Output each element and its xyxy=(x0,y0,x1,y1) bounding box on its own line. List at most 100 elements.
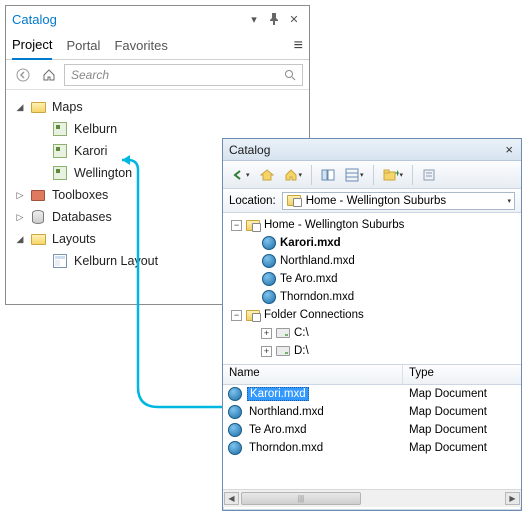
tree-label: Databases xyxy=(50,210,112,224)
home-folder-icon xyxy=(245,217,261,233)
tree-item-drive-c[interactable]: + C:\ xyxy=(225,324,519,342)
database-icon xyxy=(30,209,46,225)
pin-icon[interactable] xyxy=(265,10,283,28)
tree-item-tearo-mxd[interactable]: Te Aro.mxd xyxy=(225,270,519,288)
search-placeholder: Search xyxy=(71,68,109,82)
collapse-icon[interactable]: ◢ xyxy=(14,234,26,245)
home-folder-icon xyxy=(286,193,302,209)
expand-icon[interactable]: + xyxy=(261,346,272,357)
tree-item-thorndon-mxd[interactable]: Thorndon.mxd xyxy=(225,288,519,306)
collapse-icon[interactable]: − xyxy=(231,310,242,321)
tree-node-maps[interactable]: ◢ Maps xyxy=(10,96,305,118)
tree-item-drive-d[interactable]: + D:\ xyxy=(225,342,519,360)
tree-label: Layouts xyxy=(50,232,96,246)
search-input[interactable]: Search xyxy=(64,64,303,86)
catalog-tabs: Project Portal Favorites ≡ xyxy=(6,32,309,60)
contents-list: Name Type Karori.mxd Map Document Northl… xyxy=(223,365,521,489)
cell-type: Map Document xyxy=(403,442,521,454)
column-type[interactable]: Type xyxy=(403,365,521,384)
tree-label: Kelburn Layout xyxy=(72,254,158,268)
mxd-icon xyxy=(227,404,243,420)
collapse-icon[interactable]: − xyxy=(231,220,242,231)
tree-label: Te Aro.mxd xyxy=(280,273,338,285)
location-value: Home - Wellington Suburbs xyxy=(306,195,446,207)
pane-header: Catalog ▾ ✕ xyxy=(6,6,309,32)
cell-name: Northland.mxd xyxy=(247,406,326,418)
mxd-icon xyxy=(261,235,277,251)
tree-item-northland-mxd[interactable]: Northland.mxd xyxy=(225,252,519,270)
tree-label: Folder Connections xyxy=(264,309,364,321)
scroll-left-icon[interactable]: ◀ xyxy=(224,492,239,505)
tree-label: Karori.mxd xyxy=(280,237,341,249)
tab-portal[interactable]: Portal xyxy=(66,34,100,59)
expand-icon[interactable]: + xyxy=(261,328,272,339)
back-button[interactable]: ▾ xyxy=(227,164,254,186)
tree-label: C:\ xyxy=(294,327,309,339)
map-icon xyxy=(52,165,68,181)
layout-icon xyxy=(52,253,68,269)
up-button[interactable] xyxy=(256,164,278,186)
location-field[interactable]: Home - Wellington Suburbs ▾ xyxy=(282,192,515,210)
toolbox-icon xyxy=(30,187,46,203)
tree-label: Northland.mxd xyxy=(280,255,355,267)
menu-icon[interactable]: ≡ xyxy=(294,37,303,59)
tree-label: Home - Wellington Suburbs xyxy=(264,219,404,231)
cell-type: Map Document xyxy=(403,388,521,400)
mxd-icon xyxy=(227,386,243,402)
svg-text:+: + xyxy=(395,168,399,178)
tree-item-kelburn[interactable]: Kelburn xyxy=(32,118,305,140)
cell-name: Te Aro.mxd xyxy=(247,424,309,436)
home-button[interactable] xyxy=(38,64,60,86)
back-button[interactable] xyxy=(12,64,34,86)
toggle-tree-button[interactable] xyxy=(317,164,339,186)
expand-icon[interactable]: ▷ xyxy=(14,190,26,201)
options-button[interactable] xyxy=(418,164,440,186)
dropdown-icon[interactable]: ▾ xyxy=(507,197,511,205)
tree-label: Thorndon.mxd xyxy=(280,291,354,303)
tree-label: Wellington xyxy=(72,166,132,180)
cell-type: Map Document xyxy=(403,406,521,418)
home-button[interactable]: ▾ xyxy=(280,164,307,186)
autohide-icon[interactable]: ▾ xyxy=(245,10,263,28)
search-icon xyxy=(284,69,296,81)
tab-favorites[interactable]: Favorites xyxy=(114,34,167,59)
search-row: Search xyxy=(6,60,309,90)
scroll-right-icon[interactable]: ▶ xyxy=(505,492,520,505)
list-header: Name Type xyxy=(223,365,521,385)
scroll-thumb[interactable]: ||| xyxy=(241,492,361,505)
tree-label: Kelburn xyxy=(72,122,117,136)
cell-name: Thorndon.mxd xyxy=(247,442,325,454)
collapse-icon[interactable]: ◢ xyxy=(14,102,26,113)
mxd-icon xyxy=(261,271,277,287)
catalog-tree: − Home - Wellington Suburbs Karori.mxd N… xyxy=(223,213,521,365)
cell-name: Karori.mxd xyxy=(247,387,309,401)
tree-label: Toolboxes xyxy=(50,188,108,202)
window-titlebar: Catalog × xyxy=(223,139,521,161)
toolbar: ▾ ▾ ▾ +▾ xyxy=(223,161,521,189)
view-button[interactable]: ▾ xyxy=(341,164,368,186)
drive-icon xyxy=(275,343,291,359)
tree-label: Karori xyxy=(72,144,107,158)
horizontal-scrollbar[interactable]: ◀ ||| ▶ xyxy=(223,489,521,507)
window-title: Catalog xyxy=(229,143,270,157)
list-row[interactable]: Thorndon.mxd Map Document xyxy=(223,439,521,457)
list-row[interactable]: Karori.mxd Map Document xyxy=(223,385,521,403)
tree-node-folder-connections[interactable]: − Folder Connections xyxy=(225,306,519,324)
expand-icon[interactable]: ▷ xyxy=(14,212,26,223)
tree-node-home[interactable]: − Home - Wellington Suburbs xyxy=(225,216,519,234)
mxd-icon xyxy=(261,289,277,305)
close-icon[interactable]: × xyxy=(503,142,515,157)
map-icon xyxy=(52,121,68,137)
connect-folder-button[interactable]: +▾ xyxy=(379,164,408,186)
pane-title: Catalog xyxy=(12,12,243,27)
tab-project[interactable]: Project xyxy=(12,33,52,60)
cell-type: Map Document xyxy=(403,424,521,436)
tree-item-karori-mxd[interactable]: Karori.mxd xyxy=(225,234,519,252)
mxd-icon xyxy=(227,440,243,456)
location-label: Location: xyxy=(229,195,276,207)
list-row[interactable]: Northland.mxd Map Document xyxy=(223,403,521,421)
close-icon[interactable]: ✕ xyxy=(285,10,303,28)
list-row[interactable]: Te Aro.mxd Map Document xyxy=(223,421,521,439)
column-name[interactable]: Name xyxy=(223,365,403,384)
arcmap-catalog-window: Catalog × ▾ ▾ ▾ +▾ Location: Home - Well… xyxy=(222,138,522,511)
